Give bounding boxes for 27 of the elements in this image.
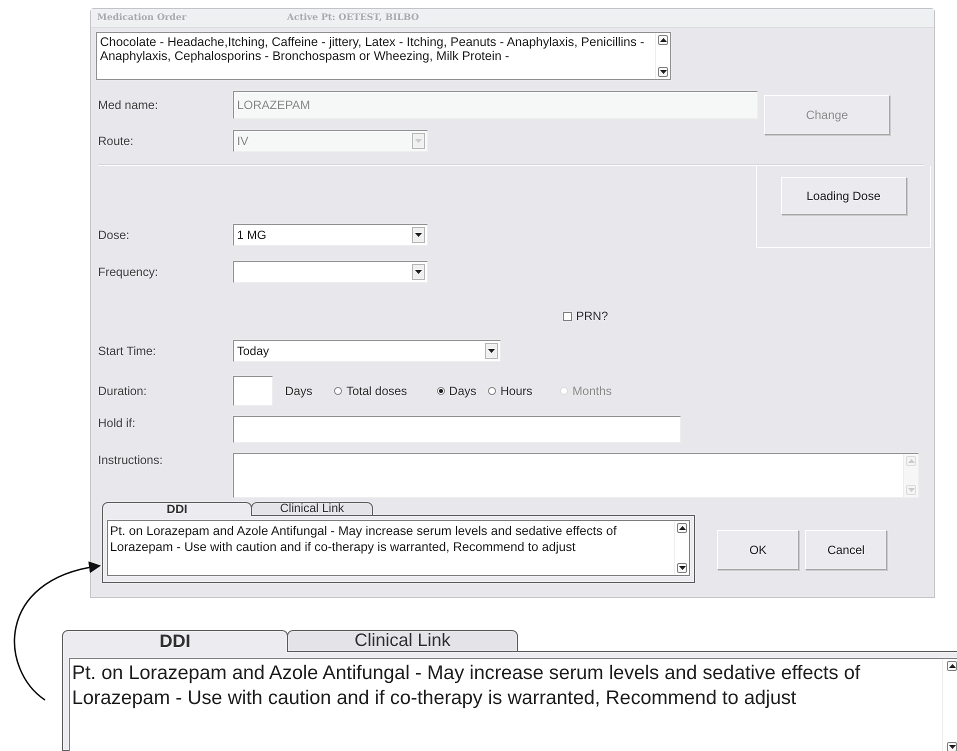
dose-dropdown[interactable]: 1 MG [233, 224, 428, 246]
allergy-text: Chocolate - Headache,Itching, Caffeine - jittery, Latex - Itching, Peanuts - Anaphylaxis, Penicillins - Anaphylaxis, Cephalosporins - Bronchospasm or Wheezing, Milk Protein - [99, 34, 646, 65]
tab[interactable]: Clinical Link [287, 630, 518, 652]
ddi-text: Pt. on Lorazepam and Azole Antifungal - May increase serum levels and sedative effects of Lorazepam - Use with caution and if co-therapy is warranted, Recommend to adjust [71, 661, 862, 711]
start-time-dropdown[interactable]: Today [233, 340, 501, 362]
field-label: Hold if: [98, 416, 136, 430]
radio-option[interactable]: Hours [488, 384, 532, 398]
field-label: Duration: [98, 384, 148, 398]
patient-label: Active Pt: OETEST, BILBO [287, 13, 419, 23]
field-label: Frequency: [98, 265, 160, 279]
window-title: Medication Order [97, 13, 188, 23]
tab[interactable]: DDI [62, 630, 288, 652]
loading-dose-button[interactable]: Loading Dose [780, 177, 906, 215]
tab[interactable]: Clinical Link [251, 502, 373, 516]
field-label: Route: [98, 134, 134, 148]
ok-button[interactable]: OK [717, 530, 799, 570]
cancel-button[interactable]: Cancel [805, 530, 887, 570]
radio-option[interactable]: Total doses [334, 384, 408, 398]
field-label: Start Time: [98, 344, 158, 358]
unit-label: Days [285, 384, 312, 398]
field-label: Instructions: [98, 453, 164, 467]
radio-option[interactable]: Days [437, 384, 476, 398]
field-label: Med name: [98, 98, 160, 112]
ddi-text: Pt. on Lorazepam and Azole Antifungal - May increase serum levels and sedative effects of Lorazepam - Use with caution and if co-therapy is warranted, Recommend to adjust [109, 523, 618, 556]
tab[interactable]: DDI [102, 502, 252, 516]
prn-checkbox[interactable]: PRN? [563, 309, 608, 323]
field-label: Dose: [98, 228, 130, 242]
